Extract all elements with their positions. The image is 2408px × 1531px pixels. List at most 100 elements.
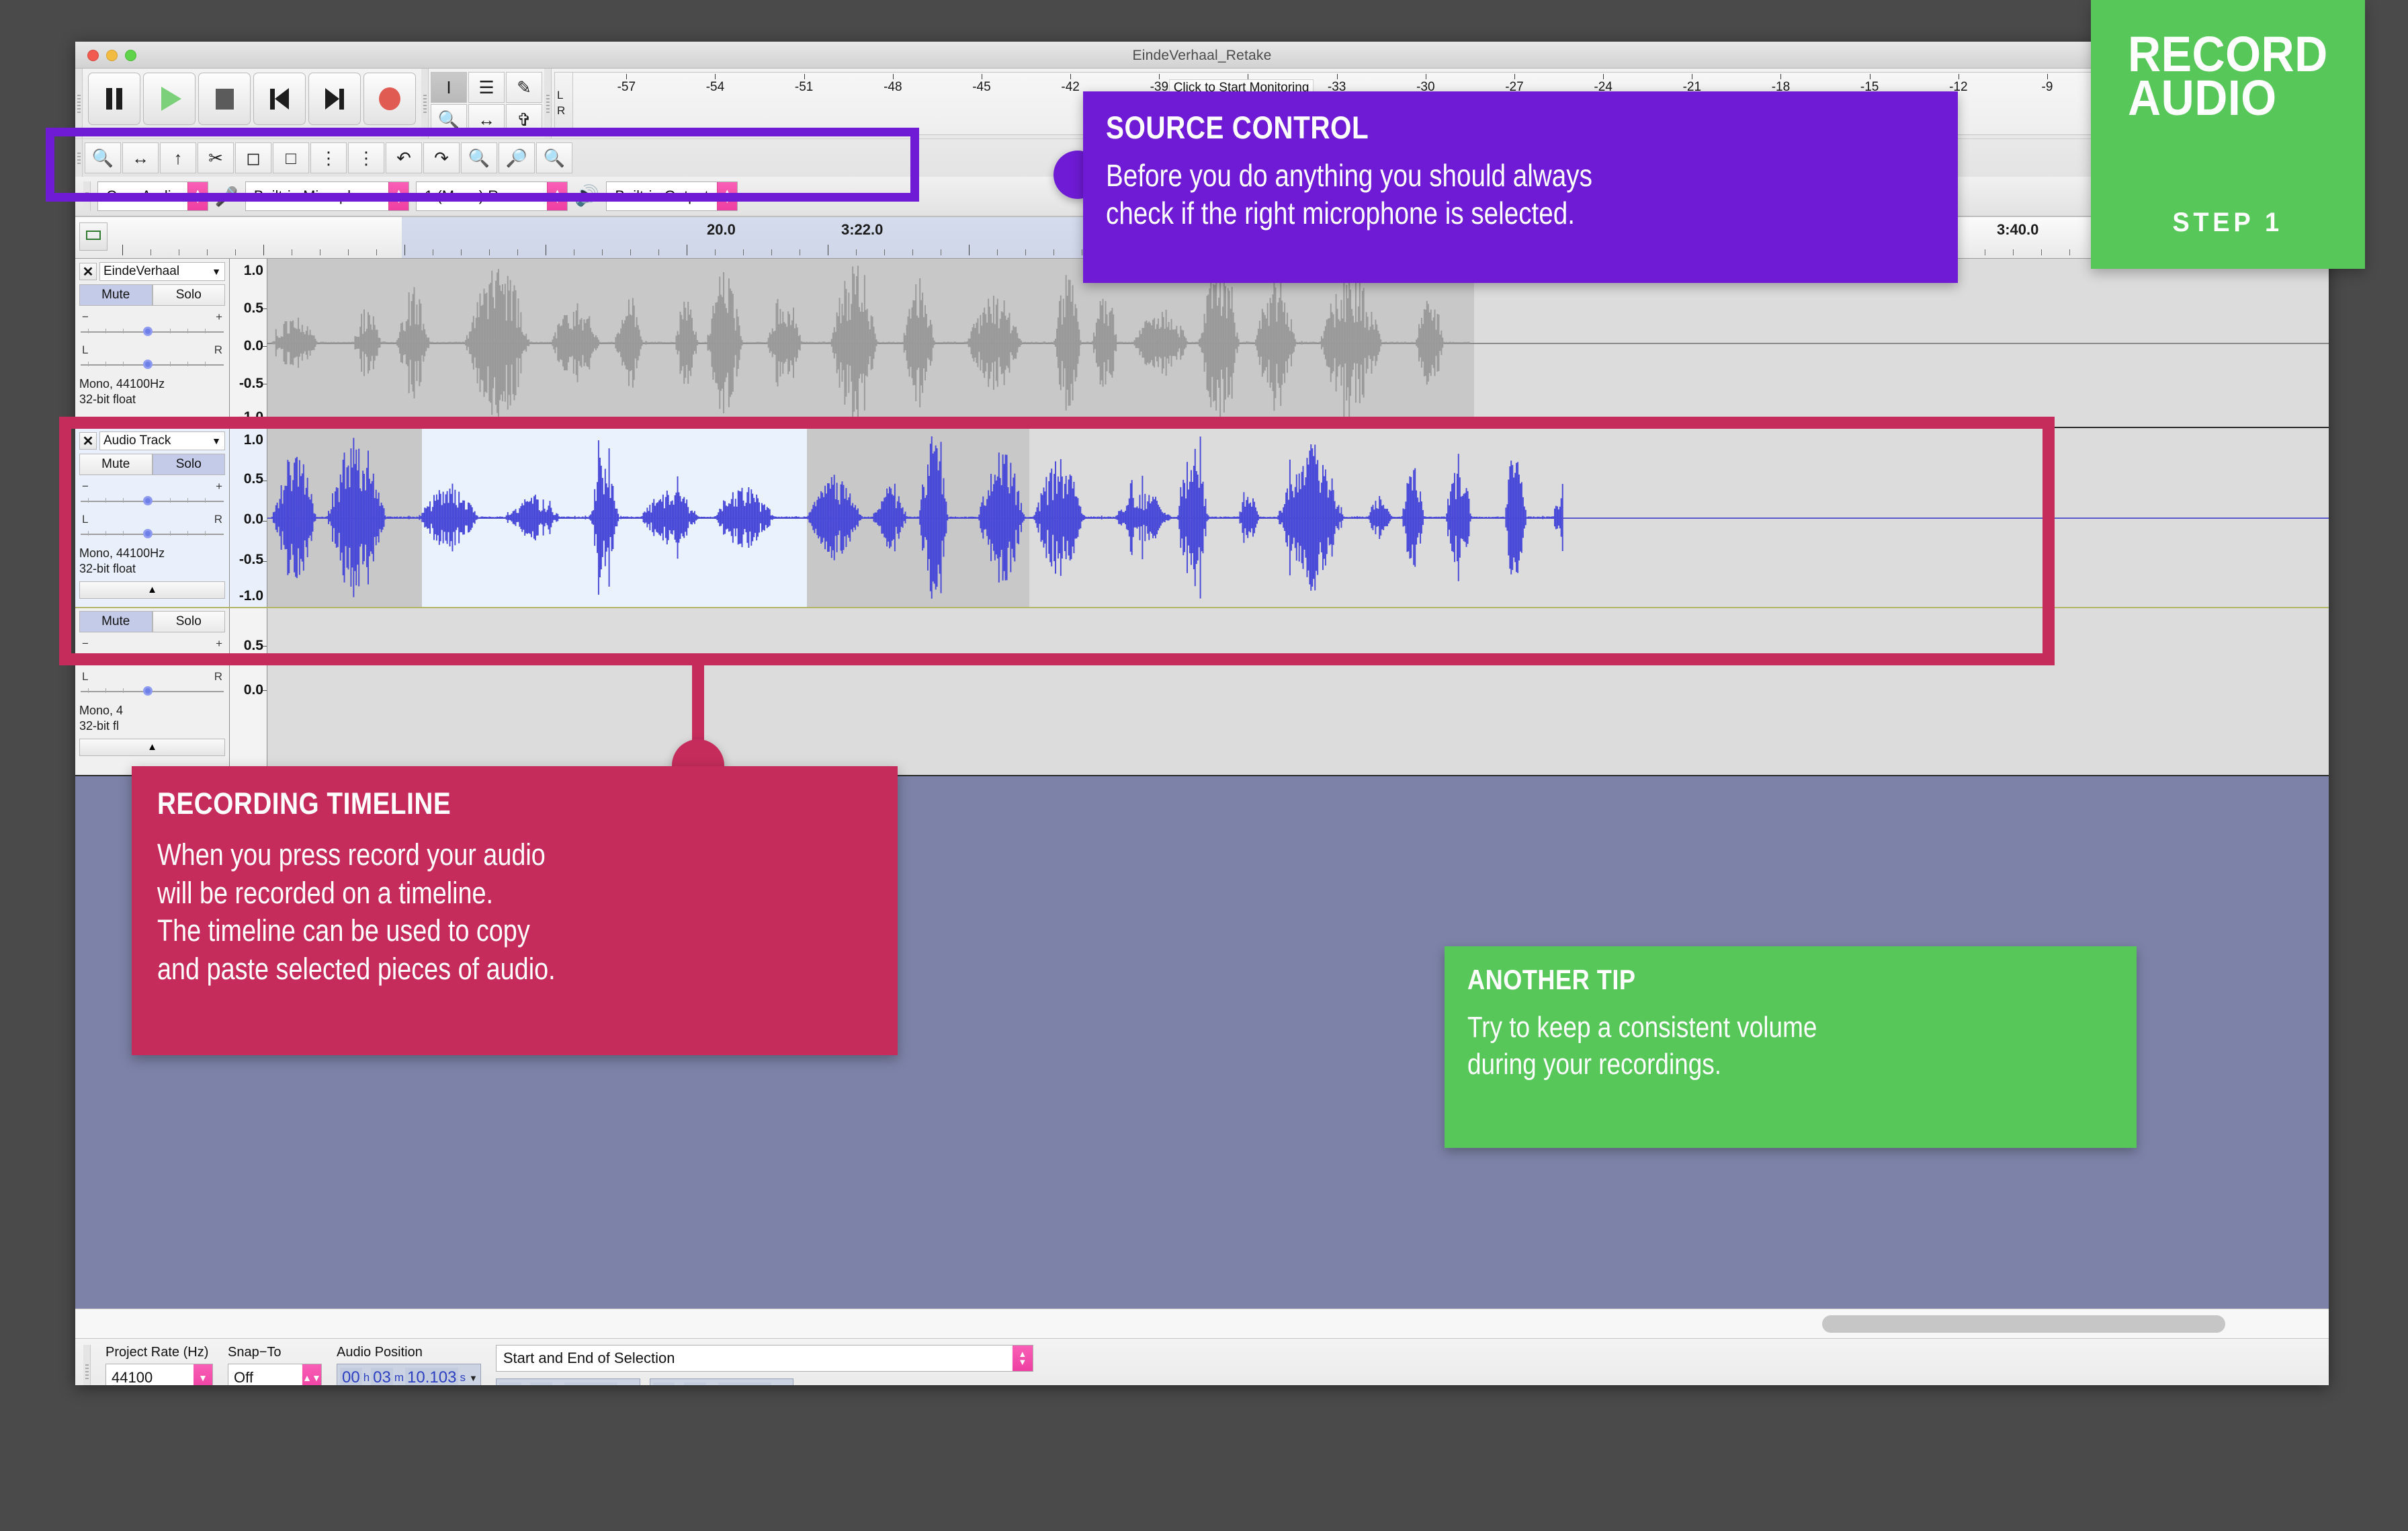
selection-end-minutes: 03 (683, 1382, 706, 1385)
skip-to-start-icon (270, 88, 289, 110)
snap-to-label: Snap−To (228, 1345, 282, 1360)
ruler-tick (150, 249, 151, 255)
vscale-1-2: 0.0 (243, 338, 263, 354)
gain-labels-1: − + (79, 311, 225, 323)
envelope-icon: ☰ (478, 77, 494, 97)
meter-tick (626, 74, 628, 79)
recording-timeline-body-line4: and paste selected pieces of audio. (157, 952, 556, 987)
ruler-tick (884, 249, 885, 255)
vertical-ruler-1[interactable]: 1.0 0.5 0.0 -0.5 -1.0 (230, 259, 267, 427)
ruler-tick (2069, 249, 2070, 255)
mute-button-1[interactable]: Mute (79, 284, 153, 306)
ruler-tick (630, 249, 631, 255)
track-name-label-1: EindeVerhaal (103, 264, 180, 278)
pause-button[interactable] (88, 73, 140, 125)
pinned-play-head-button[interactable] (79, 222, 108, 251)
meter-scale-label: -51 (794, 80, 814, 94)
meter-tick (892, 74, 894, 79)
pencil-icon: ✎ (517, 77, 531, 97)
meter-tick (715, 74, 716, 79)
pan-slider-box-3: L R (79, 671, 225, 698)
source-control-title: SOURCE CONTROL (1106, 110, 1369, 145)
meter-tick (804, 74, 805, 79)
recording-timeline-body-line3: The timeline can be used to copy (157, 913, 530, 948)
source-control-callout: SOURCE CONTROL Before you do anything yo… (1083, 91, 1958, 283)
horizontal-scrollbar[interactable] (75, 1309, 2329, 1338)
recording-timeline-callout: RECORDING TIMELINE When you press record… (132, 766, 898, 1055)
skip-to-end-button[interactable] (308, 73, 361, 125)
project-rate-chevron-icon[interactable]: ▼ (194, 1364, 212, 1385)
mute-solo-row-1: Mute Solo (79, 284, 225, 306)
meter-tick (1780, 74, 1782, 79)
stop-button[interactable] (198, 73, 251, 125)
ruler-label-2: 3:40.0 (1997, 221, 2039, 238)
meter-tick (1514, 74, 1515, 79)
ruler-tick (263, 245, 264, 255)
selection-toolbar-grip[interactable] (83, 1345, 91, 1385)
ruler-tick (969, 245, 970, 255)
record-button[interactable] (363, 73, 416, 125)
selection-start-value[interactable]: 00 h 03 m 10.103 s ▼ (495, 1378, 640, 1385)
source-control-body-line2: check if the right microphone is selecte… (1106, 196, 1576, 231)
ruler-tick (207, 249, 208, 255)
track-name-menu-1[interactable]: EindeVerhaal ▼ (99, 262, 225, 281)
solo-button-1[interactable]: Solo (152, 284, 225, 306)
audio-position-label: Audio Position (337, 1345, 423, 1360)
scrollbar-thumb[interactable] (1822, 1315, 2225, 1333)
ruler-tick (122, 245, 123, 255)
audio-position-minutes: 03 (371, 1368, 393, 1385)
selection-mode-stepper[interactable]: ▲ ▼ (1012, 1346, 1033, 1371)
recording-timeline-body-line1: When you press record your audio (157, 837, 546, 872)
meter-scale-label: -57 (617, 80, 636, 94)
skip-to-start-button[interactable] (253, 73, 306, 125)
vscale-1-0: 1.0 (243, 263, 263, 278)
vscale-1-1: 0.5 (243, 300, 263, 316)
skip-to-end-icon (325, 88, 344, 110)
track-row-1: ✕ EindeVerhaal ▼ Mute Solo − + L R Mono,… (75, 259, 2329, 428)
meter-left-label: L (557, 89, 564, 102)
audio-position-seconds-unit: s (460, 1371, 466, 1384)
snap-to-value: Off (234, 1369, 253, 1385)
pan-right-label-1: R (214, 343, 222, 356)
step-badge: RECORD AUDIO STEP 1 (2091, 0, 2365, 269)
close-track-button-1[interactable]: ✕ (79, 263, 97, 280)
ruler-tick (715, 249, 716, 255)
collapse-track-button-3[interactable]: ▲ (79, 738, 225, 756)
timeshift-icon: ↔ (478, 109, 495, 130)
record-icon (379, 87, 400, 110)
gain-slider-1[interactable] (79, 324, 225, 339)
pan-slider-box-1: L R (79, 344, 225, 372)
waveform-1[interactable] (267, 259, 2329, 427)
pan-slider-1[interactable] (79, 357, 225, 372)
snap-to-select[interactable]: Off ▲▼ (228, 1364, 322, 1385)
track-format-line1-1: Mono, 44100Hz (79, 377, 165, 390)
snap-to-stepper[interactable]: ▲▼ (302, 1364, 321, 1385)
ruler-tick (771, 249, 772, 255)
selection-toolbar: Project Rate (Hz) 44100 ▼ Snap−To Off ▲▼… (75, 1338, 2329, 1385)
selection-mode-select[interactable]: Start and End of Selection ▲ ▼ (495, 1345, 1033, 1372)
selection-tool-button[interactable]: I (431, 72, 467, 103)
magnifier-icon: 🔍 (437, 109, 460, 130)
ruler-tick (517, 249, 518, 255)
audio-position-value[interactable]: 00 h 03 m 10.103 s ▼ (337, 1364, 481, 1385)
meter-channel-labels: L R (555, 73, 572, 134)
ruler-tick (461, 249, 462, 255)
play-button[interactable] (143, 73, 196, 125)
ruler-label-1: 3:22.0 (841, 221, 884, 238)
pan-labels-1: L R (79, 344, 225, 356)
draw-tool-button[interactable]: ✎ (506, 72, 542, 103)
pan-slider-3[interactable] (79, 684, 225, 698)
track-header-1: ✕ EindeVerhaal ▼ (79, 261, 225, 282)
project-rate-select[interactable]: 44100 ▼ (105, 1364, 213, 1385)
selection-end-value[interactable]: 00 h 03 m 19.732 s ▼ (649, 1378, 794, 1385)
ruler-tick (235, 249, 236, 255)
audio-position-chevron-icon[interactable]: ▼ (469, 1373, 478, 1383)
project-rate-label: Project Rate (Hz) (105, 1345, 209, 1360)
selection-end-hours: 00 (652, 1382, 675, 1385)
envelope-tool-button[interactable]: ☰ (468, 72, 505, 103)
window-title: EindeVerhaal_Retake (1132, 48, 1272, 63)
pan-left-label-3: L (82, 670, 89, 683)
ruler-tick (404, 245, 405, 255)
recording-timeline-highlight-box (59, 417, 2055, 665)
another-tip-body-line2: during your recordings. (1467, 1047, 1722, 1081)
